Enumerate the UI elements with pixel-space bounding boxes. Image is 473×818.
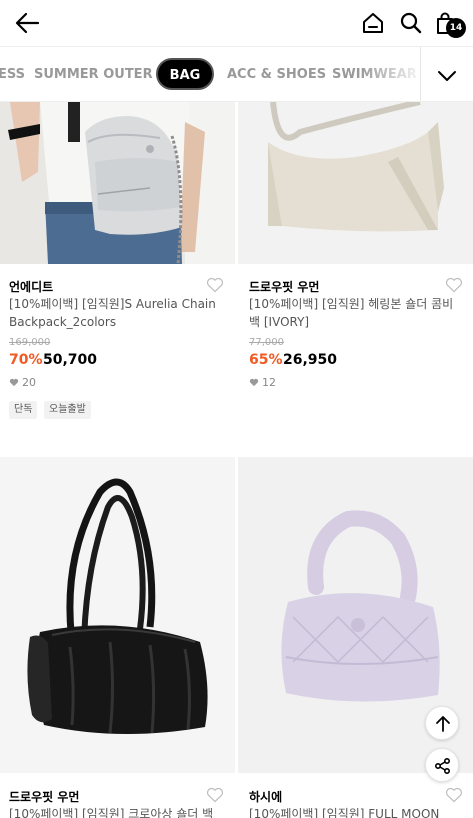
heart-icon[interactable] — [445, 277, 463, 293]
arrow-up-icon — [436, 716, 450, 732]
chevron-down-icon[interactable] — [436, 65, 458, 87]
tab-bag[interactable]: BAG — [156, 58, 214, 90]
product-1-price: 50,700 — [43, 352, 98, 368]
heart-filled-icon — [9, 378, 19, 387]
product-3-brand[interactable]: 드로우핏 우먼 — [9, 788, 79, 805]
scroll-top-button[interactable] — [425, 706, 459, 740]
top-bar: 14 — [0, 0, 473, 46]
tabs-divider — [420, 47, 421, 101]
search-icon[interactable] — [399, 11, 423, 35]
product-image-ivory-bag[interactable] — [238, 102, 473, 264]
product-4-name[interactable]: [10%페이백] [임직원] FULL MOON — [249, 805, 459, 818]
product-1-like-count: 20 — [22, 376, 36, 389]
tab-summer-outer[interactable]: SUMMER OUTER — [34, 67, 153, 82]
product-4-brand[interactable]: 하시에 — [249, 788, 282, 805]
share-button[interactable] — [425, 748, 459, 782]
back-arrow-icon[interactable] — [14, 11, 40, 35]
category-tabs: ESS SUMMER OUTER BAG ACC & SHOES SWIMWEA… — [0, 46, 473, 102]
silver-backpack-illustration — [0, 102, 235, 264]
heart-filled-icon — [249, 378, 259, 387]
home-icon[interactable] — [361, 11, 385, 35]
product-1-original-price: 169,000 — [9, 337, 51, 348]
product-1-tag-exclusive: 단독 — [9, 401, 38, 419]
product-1-tag-ship-today: 오늘출발 — [44, 401, 91, 419]
product-image-black-bag[interactable] — [0, 457, 235, 773]
tab-ess[interactable]: ESS — [0, 67, 25, 82]
tabs-fade — [360, 47, 420, 101]
product-2-likes: 12 — [249, 376, 276, 389]
ivory-bag-illustration — [238, 102, 473, 264]
product-3-name[interactable]: [10%페이백] [임직원] 크로아상 숄더 백 — [9, 805, 219, 818]
share-icon — [434, 757, 451, 775]
heart-icon[interactable] — [445, 787, 463, 803]
product-2-original-price: 77,000 — [249, 337, 284, 348]
heart-icon[interactable] — [206, 277, 224, 293]
tab-acc-shoes[interactable]: ACC & SHOES — [227, 67, 326, 82]
product-2-discount: 65% — [249, 352, 283, 368]
black-bag-illustration — [0, 457, 235, 773]
product-1-brand[interactable]: 언에디트 — [9, 278, 53, 295]
product-2-price: 26,950 — [283, 352, 338, 368]
product-2-like-count: 12 — [262, 376, 276, 389]
product-1-likes: 20 — [9, 376, 36, 389]
product-image-silver-backpack[interactable] — [0, 102, 235, 264]
product-1-discount: 70% — [9, 352, 43, 368]
heart-icon[interactable] — [206, 787, 224, 803]
cart-count-badge: 14 — [446, 18, 466, 38]
product-2-brand[interactable]: 드로우핏 우먼 — [249, 278, 319, 295]
product-1-name[interactable]: [10%페이백] [임직원]S Aurelia Chain Backpack_2… — [9, 295, 219, 331]
product-2-name[interactable]: [10%페이백] [임직원] 헤링본 숄더 콤비백 [IVORY] — [249, 295, 459, 331]
